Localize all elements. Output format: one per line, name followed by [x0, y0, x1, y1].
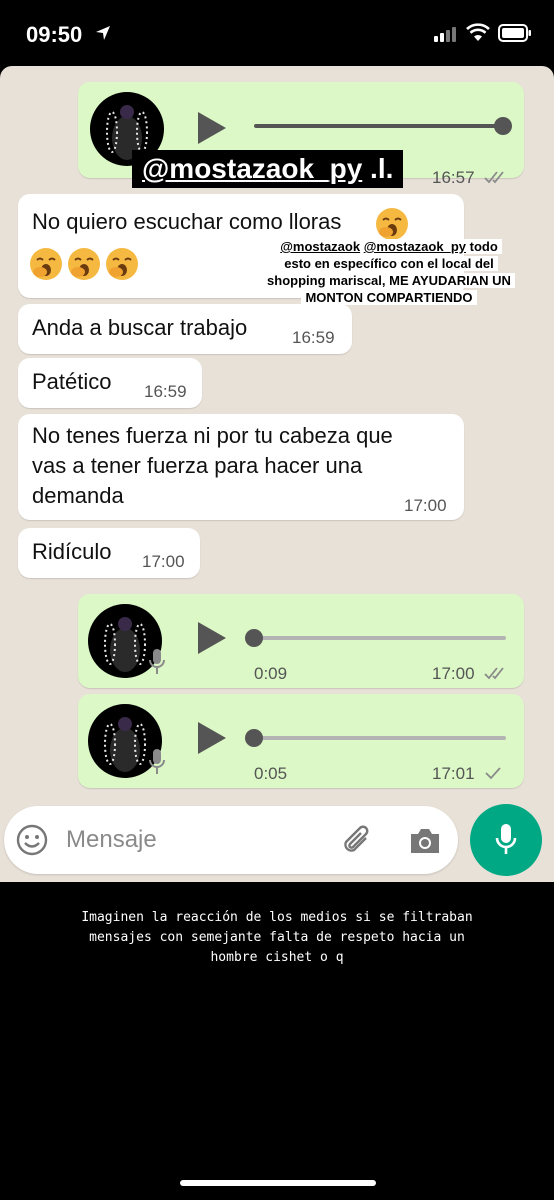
audio-track: [254, 636, 506, 640]
sticker-text: MONTON COMPARTIENDO: [301, 290, 477, 305]
location-arrow-icon: [96, 26, 110, 40]
message-input-bar: Mensaje: [0, 800, 554, 882]
yawning-face-emoji: [104, 246, 140, 287]
voice-message-outgoing[interactable]: 0:09 17:00: [78, 594, 524, 688]
voice-message-outgoing[interactable]: 0:05 17:01: [78, 694, 524, 788]
sticker-text: esto en específico con el local del: [280, 256, 498, 271]
mention-handle: @mostazaok_py: [142, 153, 363, 184]
play-icon[interactable]: [196, 720, 228, 756]
mic-icon: [149, 649, 165, 674]
mic-icon: [149, 749, 165, 774]
mic-icon: [495, 824, 517, 854]
single-check-icon: [485, 767, 501, 780]
yawning-face-emoji: [28, 246, 64, 287]
incoming-message: Ridículo 17:00: [18, 528, 200, 578]
audio-progress: [254, 124, 502, 128]
signal-icon: [434, 27, 456, 42]
caption-line: Imaginen la reacción de los medios si se…: [81, 910, 473, 925]
audio-duration: 0:05: [254, 764, 288, 783]
message-text: Ridículo: [32, 539, 112, 564]
incoming-message: Patético 16:59: [18, 358, 202, 408]
battery-icon: [498, 24, 531, 42]
sticker-text: todo: [466, 239, 498, 254]
incoming-message: No tenes fuerza ni por tu cabeza que vas…: [18, 414, 464, 520]
attach-icon[interactable]: [340, 822, 374, 858]
audio-duration: 0:09: [254, 664, 288, 683]
double-check-icon: [484, 667, 504, 680]
play-icon[interactable]: [196, 110, 228, 146]
message-text-line: No tenes fuerza ni por tu cabeza que: [32, 423, 393, 448]
message-text: Patético: [32, 369, 112, 394]
message-text: No quiero escuchar como lloras: [32, 209, 342, 234]
mention-handle[interactable]: @mostazaok: [280, 239, 360, 254]
message-text-line: vas a tener fuerza para hacer una: [32, 453, 363, 478]
double-check-icon: [484, 171, 504, 184]
message-time: 17:00: [432, 664, 475, 683]
message-text-line: demanda: [32, 483, 124, 508]
message-time: 17:00: [404, 496, 447, 515]
caption-line: hombre cishet o q: [210, 950, 344, 965]
audio-scrubber[interactable]: [494, 117, 512, 135]
caption-line: mensajes con semejante falta de respeto …: [89, 930, 465, 945]
message-input[interactable]: Mensaje: [4, 806, 458, 874]
audio-track: [254, 736, 506, 740]
incoming-message: Anda a buscar trabajo 16:59: [18, 304, 352, 354]
audio-scrubber[interactable]: [245, 729, 263, 747]
story-caption: Imaginen la reacción de los medios si se…: [40, 908, 514, 968]
home-indicator[interactable]: [180, 1180, 376, 1186]
yawning-face-emoji: [66, 246, 102, 287]
status-time: 09:50: [26, 22, 83, 47]
message-time: 16:59: [292, 328, 335, 347]
mention-handle[interactable]: @mostazaok_py: [364, 239, 466, 254]
message-time: 17:01: [432, 764, 475, 783]
status-bar: 09:50: [0, 0, 554, 66]
message-text: Anda a buscar trabajo: [32, 315, 248, 340]
chat-screen: 16:57 No quiero escuchar como lloras And…: [0, 66, 554, 882]
sticker-text: shopping mariscal, ME AYUDARIAN UN: [263, 273, 515, 288]
audio-scrubber[interactable]: [245, 629, 263, 647]
text-sticker: @mostazaok @mostazaok_py todo esto en es…: [228, 238, 550, 306]
message-time: 17:00: [142, 552, 185, 571]
emoji-icon[interactable]: [16, 824, 48, 856]
message-time: 16:57: [432, 168, 475, 187]
message-placeholder: Mensaje: [66, 826, 157, 853]
message-time: 16:59: [144, 382, 187, 401]
mention-suffix: .l.: [362, 153, 394, 184]
voice-record-button[interactable]: [470, 804, 542, 876]
play-icon[interactable]: [196, 620, 228, 656]
camera-icon[interactable]: [408, 826, 442, 856]
mention-tag[interactable]: @mostazaok_py .l.: [132, 150, 404, 188]
wifi-icon: [466, 23, 490, 41]
